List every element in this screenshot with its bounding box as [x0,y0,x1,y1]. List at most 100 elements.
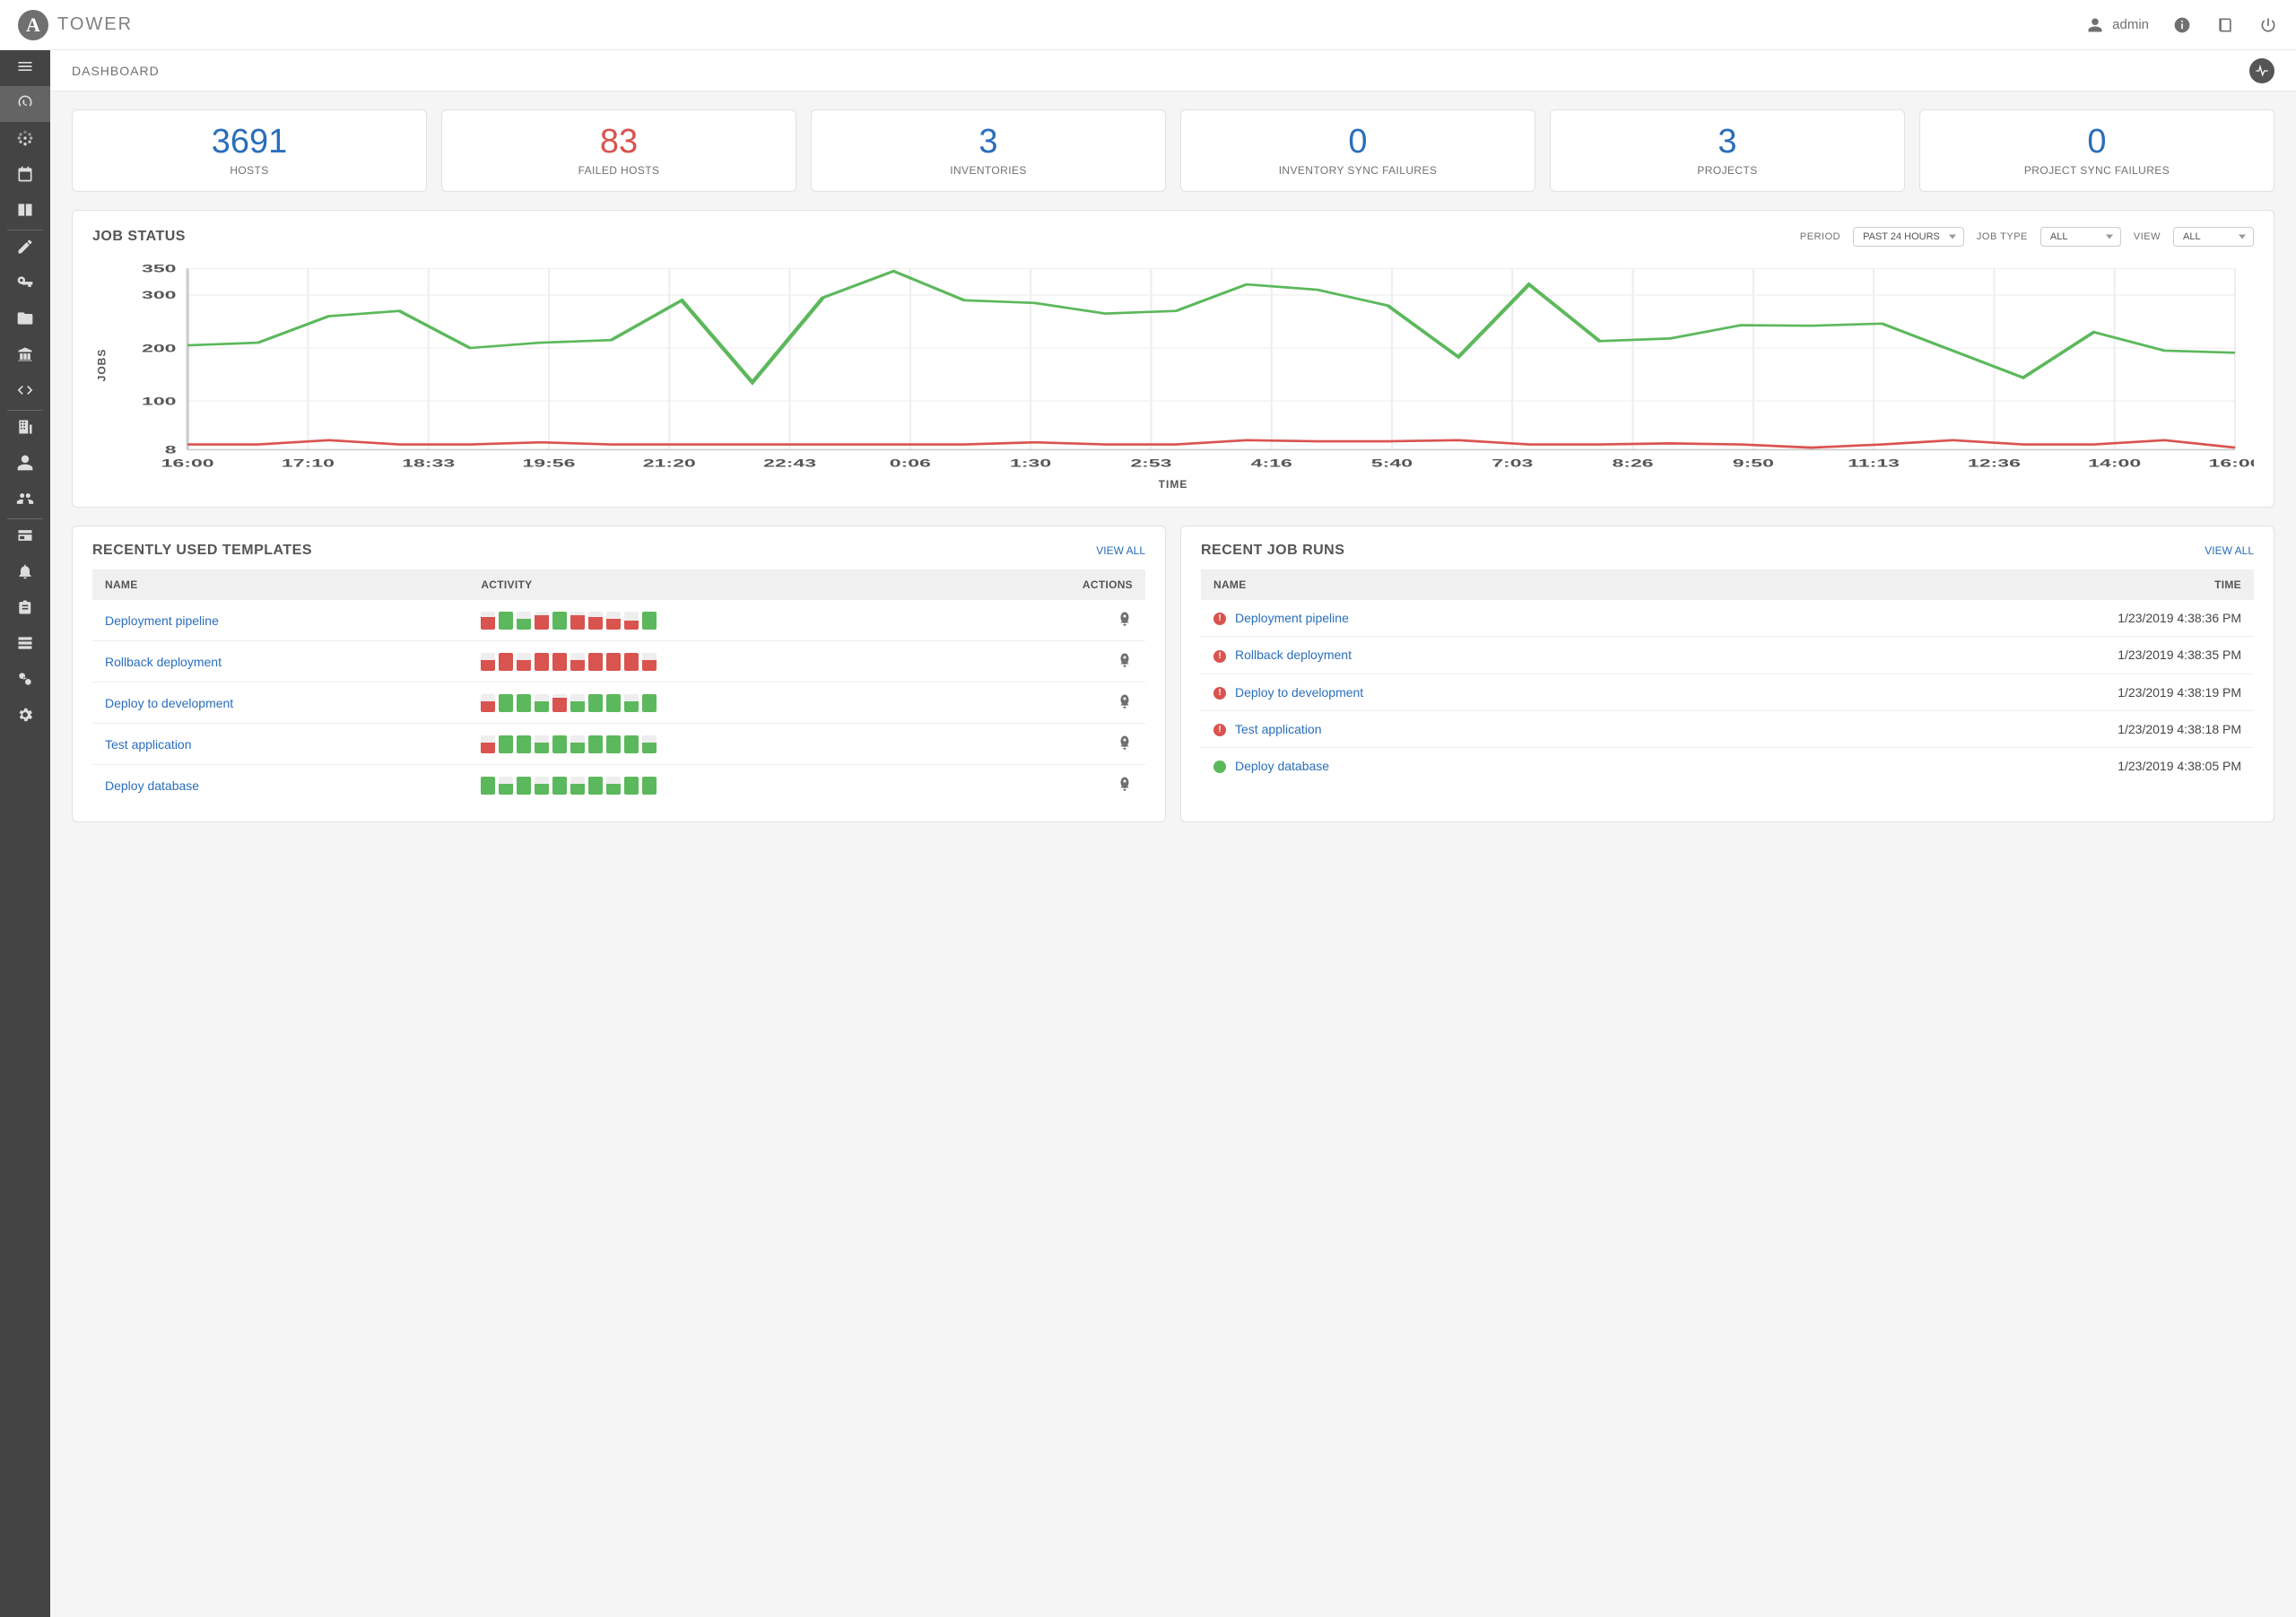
summary-label: PROJECTS [1560,164,1895,177]
svg-text:11:13: 11:13 [1848,457,1900,469]
job-time: 1/23/2019 4:38:35 PM [2118,648,2241,662]
sidebar-item-credential-types[interactable] [0,519,50,555]
settings-icon [16,706,34,728]
launch-button[interactable] [1117,735,1133,753]
sidebar-item-templates[interactable] [0,230,50,266]
svg-text:200: 200 [142,342,176,353]
job-link[interactable]: Deploy database [1235,759,1329,773]
job-time: 1/23/2019 4:38:36 PM [2118,611,2241,625]
activity-icon [2255,64,2269,78]
sidebar-item-inventory-scripts[interactable] [0,374,50,410]
runs-view-all-link[interactable]: VIEW ALL [2205,544,2254,557]
template-link[interactable]: Test application [105,737,192,752]
activity-stream-button[interactable] [2249,58,2274,83]
templates-view-all-link[interactable]: VIEW ALL [1096,544,1145,557]
job-link[interactable]: Rollback deployment [1235,648,1352,662]
summary-label: INVENTORY SYNC FAILURES [1190,164,1526,177]
username: admin [2112,17,2149,32]
svg-text:8:26: 8:26 [1612,457,1653,469]
summary-card-projects[interactable]: 3PROJECTS [1550,109,1905,192]
job-status-chart: 810020030035016:0017:1018:3319:5621:2022… [109,263,2254,473]
template-link[interactable]: Rollback deployment [105,655,222,669]
launch-button[interactable] [1117,693,1133,712]
activity-sparkline [481,735,948,753]
summary-card-failed-hosts[interactable]: 83FAILED HOSTS [441,109,796,192]
chart-ylabel: JOBS [95,349,108,382]
summary-card-inventory-sync-failures[interactable]: 0 INVENTORY SYNC FAILURES [1180,109,1535,192]
template-link[interactable]: Deployment pipeline [105,613,219,628]
sidebar-item-inventories[interactable] [0,338,50,374]
table-row: Deploy to development [92,682,1145,724]
svg-text:16:00: 16:00 [161,457,214,469]
jobtype-label: JOB TYPE [1977,231,2028,242]
period-select[interactable]: PAST 24 HOURS [1853,227,1964,247]
svg-text:12:36: 12:36 [1968,457,2021,469]
sidebar-item-applications[interactable] [0,663,50,699]
summary-value: 0 [1190,125,1526,159]
dashboard-icon [16,93,34,116]
sidebar-item-teams[interactable] [0,482,50,518]
svg-text:16:00: 16:00 [2209,457,2254,469]
rocket-icon [1117,693,1133,712]
sidebar-item-credentials[interactable] [0,266,50,302]
svg-text:1:30: 1:30 [1010,457,1051,469]
summary-card-inventories[interactable]: 3INVENTORIES [811,109,1166,192]
sidebar-item-projects[interactable] [0,302,50,338]
management-jobs-icon [16,598,34,621]
status-icon [1213,724,1226,736]
launch-button[interactable] [1117,611,1133,630]
svg-text:8: 8 [165,444,177,456]
summary-card-hosts[interactable]: 3691HOSTS [72,109,427,192]
job-link[interactable]: Deployment pipeline [1235,611,1349,625]
brand-logo[interactable]: A TOWER [18,10,133,40]
brand-name: TOWER [57,14,133,35]
sidebar-item-hamburger[interactable] [0,50,50,86]
sidebar-item-dashboard[interactable] [0,86,50,122]
summary-value: 0 [1929,125,2265,159]
activity-sparkline [481,694,948,712]
runs-title: RECENT JOB RUNS [1201,543,1344,559]
template-link[interactable]: Deploy database [105,778,199,793]
view-select[interactable]: ALL [2173,227,2254,247]
jobs-icon [16,129,34,152]
table-row: Test application [92,724,1145,765]
launch-button[interactable] [1117,652,1133,671]
power-icon[interactable] [2258,15,2278,35]
templates-header-activity: ACTIVITY [468,569,961,600]
sidebar-item-portal[interactable] [0,194,50,230]
sidebar-item-jobs[interactable] [0,122,50,158]
summary-card-project-sync-failures[interactable]: 0PROJECT SYNC FAILURES [1919,109,2274,192]
sidebar-item-organizations[interactable] [0,411,50,447]
current-user[interactable]: admin [2085,15,2149,35]
info-icon[interactable] [2172,15,2192,35]
sidebar-item-instance-groups[interactable] [0,627,50,663]
job-link[interactable]: Deploy to development [1235,685,1363,700]
sidebar-item-management-jobs[interactable] [0,591,50,627]
jobtype-select[interactable]: ALL [2040,227,2121,247]
template-link[interactable]: Deploy to development [105,696,233,710]
launch-button[interactable] [1117,776,1133,795]
table-row: Deploy database1/23/2019 4:38:05 PM [1201,748,2254,785]
sidebar-item-schedule[interactable] [0,158,50,194]
rocket-icon [1117,776,1133,795]
templates-icon [16,238,34,260]
svg-text:14:00: 14:00 [2088,457,2141,469]
job-time: 1/23/2019 4:38:19 PM [2118,685,2241,700]
svg-text:7:03: 7:03 [1492,457,1533,469]
portal-icon [16,201,34,223]
sidebar-item-settings[interactable] [0,699,50,735]
sidebar-item-users[interactable] [0,447,50,482]
runs-header-time: TIME [1770,569,2254,600]
sidebar-item-notifications[interactable] [0,555,50,591]
job-status-title: JOB STATUS [92,229,186,245]
table-row: Deployment pipeline [92,600,1145,641]
status-icon [1213,687,1226,700]
docs-icon[interactable] [2215,15,2235,35]
job-link[interactable]: Test application [1235,722,1322,736]
rocket-icon [1117,611,1133,630]
topbar: A TOWER admin [0,0,2296,50]
table-row: Rollback deployment [92,641,1145,682]
chart-xlabel: TIME [92,478,2254,491]
projects-icon [16,309,34,332]
notifications-icon [16,562,34,585]
